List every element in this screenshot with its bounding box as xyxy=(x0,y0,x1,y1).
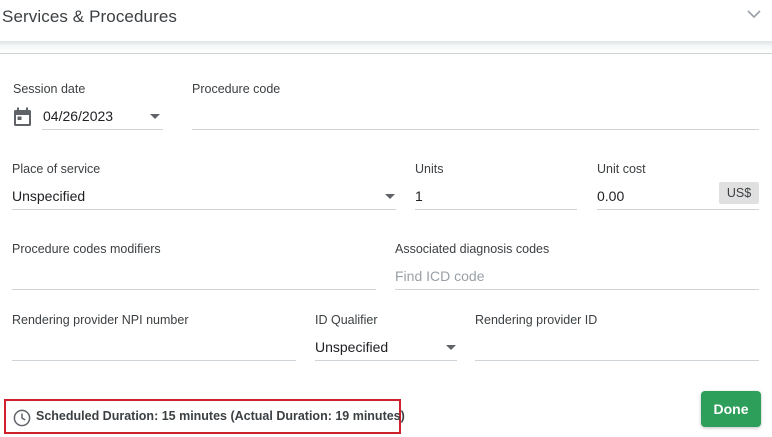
session-date-value: 04/26/2023 xyxy=(43,108,114,124)
rendering-provider-id-input[interactable] xyxy=(475,335,759,361)
diagnosis-codes-input[interactable]: Find ICD code xyxy=(395,264,759,290)
procedure-code-input[interactable] xyxy=(192,104,759,130)
duration-text: Scheduled Duration: 15 minutes (Actual D… xyxy=(36,409,405,423)
units-input[interactable]: 1 xyxy=(415,184,577,210)
done-button[interactable]: Done xyxy=(701,391,761,427)
session-date-label: Session date xyxy=(13,82,86,96)
id-qualifier-value: Unspecified xyxy=(315,339,389,355)
section-title: Services & Procedures xyxy=(2,7,178,26)
duration-highlight: Scheduled Duration: 15 minutes (Actual D… xyxy=(4,399,405,434)
rendering-npi-label: Rendering provider NPI number xyxy=(12,313,189,327)
dropdown-caret-icon xyxy=(150,114,160,119)
place-of-service-value: Unspecified xyxy=(12,188,86,204)
diagnosis-codes-placeholder: Find ICD code xyxy=(395,268,485,284)
section-header[interactable]: Services & Procedures xyxy=(0,0,772,46)
unit-cost-value: 0.00 xyxy=(597,188,625,204)
units-value: 1 xyxy=(415,188,423,204)
id-qualifier-label: ID Qualifier xyxy=(315,313,378,327)
dropdown-caret-icon xyxy=(385,194,395,199)
calendar-icon[interactable] xyxy=(13,107,32,127)
unit-cost-label: Unit cost xyxy=(597,162,646,176)
procedure-modifiers-input[interactable] xyxy=(12,264,376,290)
diagnosis-codes-label: Associated diagnosis codes xyxy=(395,242,550,256)
id-qualifier-select[interactable]: Unspecified xyxy=(315,335,457,361)
chevron-down-icon[interactable] xyxy=(746,6,762,22)
rendering-provider-id-label: Rendering provider ID xyxy=(475,313,598,327)
dropdown-caret-icon xyxy=(446,345,456,350)
units-label: Units xyxy=(415,162,444,176)
rendering-npi-input[interactable] xyxy=(12,335,296,361)
currency-badge: US$ xyxy=(719,182,759,204)
procedure-modifiers-label: Procedure codes modifiers xyxy=(12,242,161,256)
header-divider xyxy=(0,41,772,54)
procedure-code-label: Procedure code xyxy=(192,82,281,96)
session-date-select[interactable]: 04/26/2023 xyxy=(42,104,163,130)
clock-icon xyxy=(13,409,31,427)
place-of-service-select[interactable]: Unspecified xyxy=(12,184,396,210)
place-of-service-label: Place of service xyxy=(12,162,101,176)
